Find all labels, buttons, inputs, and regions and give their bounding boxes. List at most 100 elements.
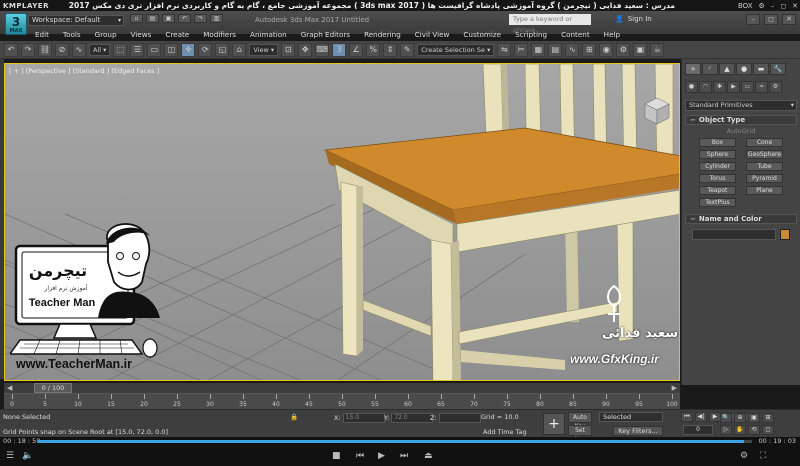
rendered-frame-window-icon[interactable]: ▣ <box>633 42 648 57</box>
viewport-label-menu[interactable]: [ + ] [Perspective ] [Standard ] [Edged … <box>9 67 159 75</box>
player-box-button[interactable]: BOX <box>738 2 753 10</box>
pivot-center-icon[interactable]: ⊡ <box>281 42 296 57</box>
select-manipulate-icon[interactable]: ✥ <box>298 42 313 57</box>
orbit-icon[interactable]: ⟲ <box>748 425 760 435</box>
menu-modifiers[interactable]: Modifiers <box>196 28 243 41</box>
tube-button[interactable]: Tube <box>746 162 783 171</box>
autogrid-checkbox[interactable]: AutoGrid <box>682 127 800 135</box>
layer-explorer-icon[interactable]: ▦ <box>531 42 546 57</box>
go-to-start-icon[interactable]: ⏮ <box>681 412 693 422</box>
menu-animation[interactable]: Animation <box>243 28 294 41</box>
app-maximize-button[interactable]: ◻ <box>764 14 778 25</box>
object-color-swatch[interactable] <box>780 229 790 240</box>
menu-rendering[interactable]: Rendering <box>357 28 408 41</box>
settings-icon[interactable]: ⚙ <box>740 448 748 464</box>
geometry-icon[interactable]: ● <box>685 81 698 93</box>
project-folder-icon[interactable]: ▥ <box>210 14 223 23</box>
unlink-icon[interactable]: ⊘ <box>55 42 69 57</box>
current-frame-field[interactable]: 0 <box>683 425 713 435</box>
named-selection-sets-dropdown[interactable]: Create Selection Se ▾ <box>417 43 495 56</box>
previous-key-icon[interactable]: ◀| <box>695 412 707 422</box>
menu-group[interactable]: Group <box>88 28 124 41</box>
menu-civil-view[interactable]: Civil View <box>408 28 457 41</box>
next-icon[interactable]: ⏭ <box>400 448 408 464</box>
playlist-icon[interactable]: ☰ <box>6 448 14 464</box>
material-editor-icon[interactable]: ◉ <box>599 42 614 57</box>
gear-icon[interactable]: ⚙ <box>759 2 765 10</box>
hierarchy-tab[interactable]: ▲ <box>719 63 735 75</box>
fullscreen-icon[interactable]: ⛶ <box>760 448 766 464</box>
cone-button[interactable]: Cone <box>746 138 783 147</box>
set-key-button[interactable]: Set Key <box>568 425 592 443</box>
open-file-icon[interactable]: ▤ <box>146 14 159 23</box>
menu-content[interactable]: Content <box>554 28 597 41</box>
ribbon-toggle-icon[interactable]: ▤ <box>548 42 563 57</box>
time-slider-thumb[interactable]: 0 / 100 <box>34 383 72 393</box>
menu-scripting[interactable]: Scripting <box>508 28 554 41</box>
maximize-button[interactable]: ◻ <box>780 2 786 10</box>
sphere-button[interactable]: Sphere <box>699 150 736 159</box>
named-selection-icon[interactable]: ✎ <box>400 42 415 57</box>
angle-snap-icon[interactable]: ∠ <box>349 42 364 57</box>
utilities-tab[interactable]: 🔧 <box>770 63 786 75</box>
keyboard-shortcut-icon[interactable]: ⌨ <box>315 42 330 57</box>
zoom-icon[interactable]: 🔍 <box>720 413 732 423</box>
select-object-icon[interactable]: ⬚ <box>113 42 128 57</box>
name-and-color-rollout[interactable]: − Name and Color <box>685 214 797 224</box>
time-slider[interactable]: ◀ 0 / 100 ▶ <box>4 383 680 393</box>
move-icon[interactable]: ✛ <box>181 42 196 57</box>
render-setup-icon[interactable]: ⚙ <box>616 42 631 57</box>
new-scene-icon[interactable]: ▫ <box>130 14 143 23</box>
x-coordinate-field[interactable]: 15.0 <box>342 413 385 423</box>
undo-icon[interactable]: ↶ <box>4 42 18 57</box>
curve-editor-icon[interactable]: ∿ <box>565 42 580 57</box>
maximize-viewport-icon[interactable]: ◻ <box>762 425 774 435</box>
player-logo[interactable]: KMPLAYER <box>0 2 49 10</box>
menu-edit[interactable]: Edit <box>28 28 56 41</box>
track-bar[interactable]: 0 5 10 15 20 25 30 35 40 45 50 55 60 65 70 75 80 85 90 95 10… <box>4 393 680 409</box>
cameras-icon[interactable]: ▶ <box>727 81 740 93</box>
application-button[interactable]: 3 MAX <box>5 13 27 35</box>
menu-tools[interactable]: Tools <box>56 28 88 41</box>
pan-icon[interactable]: ✋ <box>734 425 746 435</box>
space-warps-icon[interactable]: ≈ <box>755 81 768 93</box>
lock-selection-icon[interactable]: 🔒 <box>290 413 298 421</box>
y-coordinate-field[interactable]: 72.0 <box>391 413 434 423</box>
undo-icon[interactable]: ↶ <box>178 14 191 23</box>
box-button[interactable]: Box <box>699 138 736 147</box>
add-time-tag[interactable]: Add Time Tag <box>483 428 527 436</box>
reference-coordinate-dropdown[interactable]: View ▾ <box>249 43 279 56</box>
z-coordinate-field[interactable] <box>438 413 481 423</box>
rectangular-selection-icon[interactable]: ▭ <box>147 42 162 57</box>
plane-button[interactable]: Plane <box>746 186 783 195</box>
set-key-plus-button[interactable]: + <box>543 413 565 435</box>
shapes-icon[interactable]: ◠ <box>699 81 712 93</box>
object-name-field[interactable] <box>692 229 776 240</box>
eject-icon[interactable]: ⏏ <box>424 448 433 464</box>
modify-tab[interactable]: ◜ <box>702 63 718 75</box>
zoom-extents-all-icon[interactable]: ⊞ <box>762 413 774 423</box>
pyramid-button[interactable]: Pyramid <box>746 174 783 183</box>
close-button[interactable]: ✕ <box>792 2 798 10</box>
scale-icon[interactable]: ◱ <box>215 42 230 57</box>
field-of-view-icon[interactable]: ▷ <box>720 425 732 435</box>
link-icon[interactable]: ⛓ <box>38 42 52 57</box>
redo-icon[interactable]: ↷ <box>21 42 35 57</box>
rotate-icon[interactable]: ⟳ <box>198 42 213 57</box>
selection-filter-dropdown[interactable]: All ▾ <box>89 43 111 56</box>
next-frame-icon[interactable]: ▶ <box>672 384 677 392</box>
menu-views[interactable]: Views <box>124 28 159 41</box>
geosphere-button[interactable]: GeoSphere <box>746 150 783 159</box>
window-crossing-icon[interactable]: ◫ <box>164 42 179 57</box>
app-minimize-button[interactable]: – <box>746 14 760 25</box>
systems-icon[interactable]: ⚙ <box>769 81 782 93</box>
mirror-icon[interactable]: ⇋ <box>497 42 512 57</box>
bind-space-warp-icon[interactable]: ∿ <box>72 42 86 57</box>
place-icon[interactable]: ⌂ <box>232 42 247 57</box>
auto-key-button[interactable]: Auto Key <box>568 412 592 430</box>
sign-in-button[interactable]: 👤 Sign In <box>615 15 652 23</box>
menu-graph-editors[interactable]: Graph Editors <box>294 28 357 41</box>
zoom-all-icon[interactable]: ⊕ <box>734 413 746 423</box>
textplus-button[interactable]: TextPlus <box>699 198 736 207</box>
align-icon[interactable]: ⊨ <box>514 42 529 57</box>
